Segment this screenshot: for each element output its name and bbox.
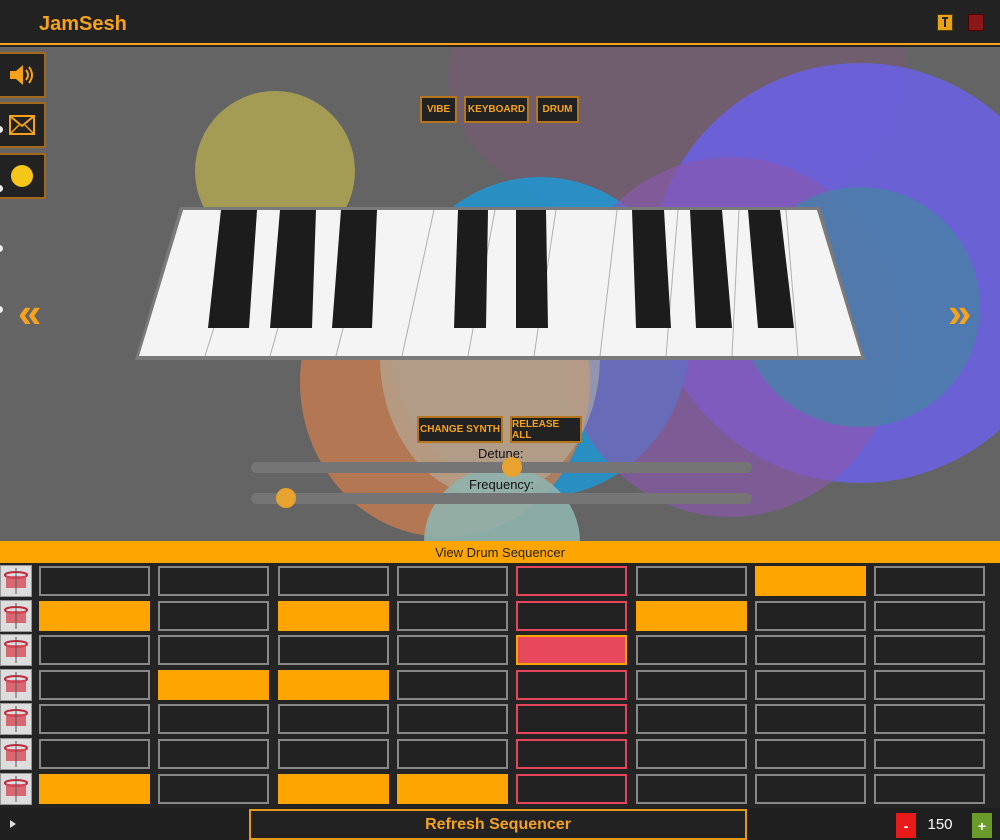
info-icon[interactable]	[937, 14, 953, 31]
sequencer-step-cell[interactable]	[39, 670, 150, 700]
sequencer-step-cell[interactable]	[755, 739, 866, 769]
sequencer-step-cell[interactable]	[158, 635, 269, 665]
sequencer-step-cell[interactable]	[39, 601, 150, 631]
sequencer-step-cell[interactable]	[39, 739, 150, 769]
sequencer-step-cell[interactable]	[39, 774, 150, 804]
crash-cymbal-icon[interactable]	[0, 565, 32, 597]
app-title: JamSesh	[39, 13, 127, 35]
sequencer-step-cell[interactable]	[278, 601, 389, 631]
sequencer-step-cell[interactable]	[397, 670, 508, 700]
sequencer-step-cell[interactable]	[39, 635, 150, 665]
frequency-slider[interactable]	[251, 493, 752, 504]
black-key[interactable]	[454, 210, 488, 328]
sequencer-step-cell[interactable]	[278, 670, 389, 700]
sequencer-step-cell[interactable]	[874, 566, 985, 596]
sequencer-step-cell[interactable]	[278, 566, 389, 596]
tom-mid-icon[interactable]	[0, 703, 32, 735]
record-button[interactable]	[0, 153, 46, 199]
stage: VIBE KEYBOARD DRUM « » CHANGE SYNTH RELE…	[0, 47, 1000, 541]
mail-icon	[9, 115, 35, 135]
bass-drum-icon[interactable]	[0, 773, 32, 805]
sequencer-step-cell[interactable]	[158, 704, 269, 734]
sequencer-step-cell[interactable]	[278, 704, 389, 734]
indicator-dot	[0, 306, 3, 313]
sequencer-step-cell[interactable]	[158, 739, 269, 769]
sequencer-step-cell[interactable]	[636, 566, 747, 596]
next-arrow-icon[interactable]: »	[948, 292, 971, 334]
sequencer-step-cell[interactable]	[158, 601, 269, 631]
sequencer-step-cell[interactable]	[516, 704, 627, 734]
bpm-increase-button[interactable]: +	[972, 813, 992, 838]
sequencer-step-cell[interactable]	[158, 670, 269, 700]
sequencer-step-cell[interactable]	[397, 739, 508, 769]
volume-icon	[10, 65, 33, 85]
mode-keyboard-button[interactable]: KEYBOARD	[464, 96, 529, 123]
sequencer-step-cell[interactable]	[278, 739, 389, 769]
sequencer-step-cell[interactable]	[874, 601, 985, 631]
hihat-icon[interactable]	[0, 600, 32, 632]
bpm-decrease-button[interactable]: -	[896, 813, 916, 838]
detune-slider-thumb[interactable]	[501, 457, 522, 477]
sequencer-step-cell[interactable]	[874, 774, 985, 804]
sequencer-step-cell[interactable]	[874, 739, 985, 769]
refresh-sequencer-button[interactable]: Refresh Sequencer	[249, 809, 747, 840]
sequencer-step-cell[interactable]	[516, 566, 627, 596]
sequencer-step-cell[interactable]	[516, 739, 627, 769]
sequencer-step-cell[interactable]	[636, 601, 747, 631]
previous-arrow-icon[interactable]: «	[18, 292, 41, 334]
sequencer-step-cell[interactable]	[636, 635, 747, 665]
sequencer-step-cell[interactable]	[397, 601, 508, 631]
piano-keyboard[interactable]	[130, 202, 870, 362]
sequencer-step-cell[interactable]	[755, 774, 866, 804]
volume-button[interactable]	[0, 52, 46, 98]
snare-icon[interactable]	[0, 634, 32, 666]
sequencer-step-cell[interactable]	[516, 670, 627, 700]
bpm-value: 150	[927, 816, 953, 833]
sequencer-step-cell[interactable]	[158, 774, 269, 804]
mail-button[interactable]	[0, 102, 46, 148]
frequency-label: Frequency:	[469, 477, 535, 492]
sequencer-step-cell[interactable]	[755, 704, 866, 734]
release-all-button[interactable]: RELEASE ALL	[510, 416, 582, 443]
sequencer-step-cell[interactable]	[39, 704, 150, 734]
sequencer-step-cell[interactable]	[278, 774, 389, 804]
sequencer-step-cell[interactable]	[755, 670, 866, 700]
sequencer-step-cell[interactable]	[39, 566, 150, 596]
indicator-dot	[0, 245, 3, 252]
sequencer-step-cell[interactable]	[158, 566, 269, 596]
play-icon[interactable]	[10, 820, 16, 828]
view-drum-sequencer-button[interactable]: View Drum Sequencer	[0, 541, 1000, 563]
floor-tom-icon[interactable]	[0, 738, 32, 770]
sequencer-step-cell[interactable]	[397, 635, 508, 665]
sequencer-step-cell[interactable]	[397, 774, 508, 804]
sequencer-step-cell[interactable]	[397, 704, 508, 734]
sequencer-step-cell[interactable]	[874, 704, 985, 734]
mode-drum-button[interactable]: DRUM	[536, 96, 579, 123]
sequencer-step-cell[interactable]	[636, 739, 747, 769]
black-key[interactable]	[516, 210, 548, 328]
sequencer-step-cell[interactable]	[755, 566, 866, 596]
sequencer-step-cell[interactable]	[636, 774, 747, 804]
sequencer-step-cell[interactable]	[397, 566, 508, 596]
record-dot-icon	[11, 165, 33, 187]
sequencer-step-cell[interactable]	[755, 635, 866, 665]
sequencer-step-cell[interactable]	[278, 635, 389, 665]
sequencer-step-cell[interactable]	[516, 601, 627, 631]
sequencer-step-cell[interactable]	[636, 704, 747, 734]
tom-high-icon[interactable]	[0, 669, 32, 701]
sequencer-step-cell[interactable]	[874, 670, 985, 700]
sequencer-step-cell[interactable]	[874, 635, 985, 665]
mode-vibe-button[interactable]: VIBE	[420, 96, 457, 123]
change-synth-button[interactable]: CHANGE SYNTH	[417, 416, 503, 443]
close-icon[interactable]	[968, 14, 984, 31]
top-bar: JamSesh	[0, 0, 1000, 45]
sequencer-step-cell[interactable]	[755, 601, 866, 631]
sequencer-step-cell[interactable]	[636, 670, 747, 700]
sequencer-step-cell[interactable]	[516, 635, 627, 665]
frequency-slider-thumb[interactable]	[276, 488, 297, 508]
sequencer-step-cell[interactable]	[516, 774, 627, 804]
